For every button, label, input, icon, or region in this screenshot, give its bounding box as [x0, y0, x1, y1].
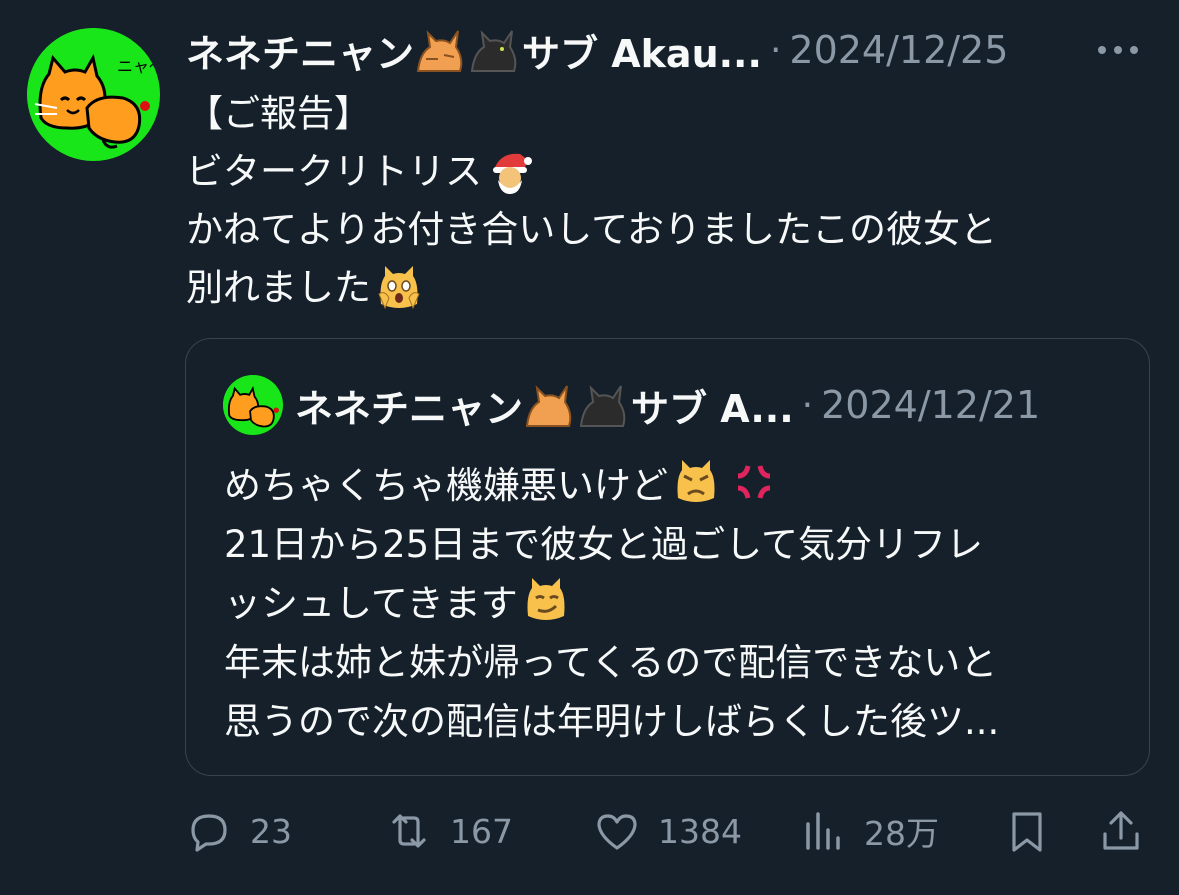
- display-name[interactable]: ネネチニャン: [295, 378, 523, 433]
- display-name[interactable]: ネネチニャン: [186, 23, 414, 78]
- share-button[interactable]: [1098, 800, 1162, 862]
- quoted-line: 年末は姉と妹が帰ってくるので配信できないと: [224, 640, 998, 684]
- black-cat-emoji-icon: [470, 30, 517, 72]
- repost-count: 167: [450, 811, 513, 851]
- quoted-tweet[interactable]: ネネチニャン サブ A... · 2024/12/21 めちゃくちゃ機嫌悪いけど: [185, 338, 1150, 776]
- quoted-tweet-text: めちゃくちゃ機嫌悪いけど 21日から25日まで彼女と過ごして気分リフレ ッシュし…: [224, 452, 1124, 747]
- tweet-line: ビタークリトリス: [186, 150, 482, 193]
- tweet-date[interactable]: 2024/12/25: [789, 28, 1008, 72]
- orange-cat-emoji-icon: [525, 385, 572, 427]
- avatar-caption: ニャ〜: [117, 57, 160, 76]
- display-name-suffix[interactable]: サブ Akau...: [522, 23, 762, 78]
- orange-cat-emoji-icon: [416, 30, 463, 72]
- pouting-cat-emoji-icon: [677, 459, 715, 502]
- quoted-line: 思うので次の配信は年明けしばらくした後ツ...: [224, 699, 1000, 743]
- repost-icon: [392, 814, 426, 848]
- like-icon: [597, 814, 637, 850]
- tweet-text: 【ご報告】 ビタークリトリス かねてよりお付き合いしておりましたこの彼女と 別れ…: [186, 85, 1146, 317]
- anger-symbol-icon: [737, 464, 771, 499]
- repost-button[interactable]: 167: [386, 800, 513, 862]
- santa-emoji-icon: [493, 153, 532, 194]
- share-icon: [1103, 811, 1139, 850]
- quoted-tweet-header: ネネチニャン サブ A... · 2024/12/21: [223, 371, 1123, 439]
- quoted-line: めちゃくちゃ機嫌悪いけど: [224, 463, 668, 507]
- tweet-line: 【ご報告】: [186, 92, 371, 135]
- reply-count: 23: [250, 811, 292, 851]
- tweet-line: 別れました: [186, 266, 371, 309]
- avatar[interactable]: ニャ〜: [27, 28, 160, 161]
- separator-dot: ·: [801, 384, 814, 426]
- bookmark-button[interactable]: [1004, 800, 1068, 862]
- tweet-line: かねてよりお付き合いしておりましたこの彼女と: [186, 208, 998, 251]
- tweet-header: ネネチニャン サブ Akau... · 2024/12/25: [186, 22, 1156, 78]
- like-button[interactable]: 1384: [594, 800, 742, 862]
- views-count: 28万: [864, 814, 939, 853]
- avatar[interactable]: [223, 375, 283, 435]
- reply-button[interactable]: 23: [186, 800, 292, 862]
- action-bar: 23 167 1384 28万: [186, 800, 1146, 862]
- cat-avatar-image: [223, 375, 283, 435]
- weary-cat-emoji-icon: [378, 266, 420, 310]
- like-count: 1384: [658, 811, 742, 851]
- bookmark-icon: [1012, 812, 1042, 852]
- views-icon: [806, 812, 840, 850]
- display-name-suffix[interactable]: サブ A...: [631, 378, 794, 433]
- separator-dot: ·: [769, 29, 782, 71]
- more-dots-icon[interactable]: [1094, 26, 1142, 74]
- reply-icon: [191, 814, 227, 852]
- cat-avatar-image: ニャ〜: [27, 28, 160, 160]
- black-cat-emoji-icon: [579, 385, 626, 427]
- views-button[interactable]: 28万: [800, 800, 939, 862]
- quoted-line: 21日から25日まで彼女と過ごして気分リフレ: [224, 522, 984, 566]
- tweet-date[interactable]: 2024/12/21: [821, 383, 1040, 427]
- quoted-line: ッシュしてきます: [224, 581, 518, 625]
- smirking-cat-emoji-icon: [527, 577, 565, 620]
